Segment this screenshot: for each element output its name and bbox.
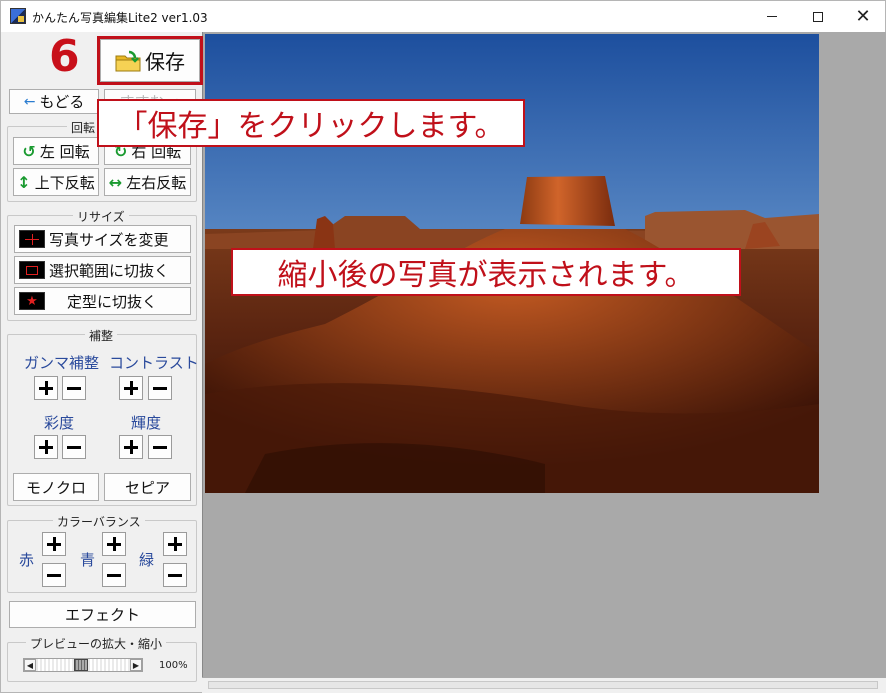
resize-icon — [19, 230, 45, 248]
change-size-label: 写真サイズを変更 — [49, 230, 169, 249]
gamma-label: ガンマ補整 — [24, 354, 100, 372]
horizontal-scrollbar[interactable] — [202, 677, 886, 693]
close-icon: ✕ — [855, 6, 871, 27]
close-button[interactable]: ✕ — [840, 1, 886, 32]
title-bar: かんたん写真編集Lite2 ver1.03 ✕ — [1, 1, 885, 32]
zoom-slider[interactable]: ◀ ▶ — [23, 658, 143, 672]
color-balance-group-label: カラーバランス — [53, 513, 145, 530]
undo-label: もどる — [39, 93, 85, 111]
crop-selection-icon — [19, 261, 45, 279]
crop-fixed-button[interactable]: ★ 定型に切抜く — [14, 287, 191, 315]
effect-label: エフェクト — [64, 606, 140, 624]
saturation-increase-button[interactable] — [34, 435, 58, 459]
saturation-decrease-button[interactable] — [62, 435, 86, 459]
sepia-button[interactable]: セピア — [104, 473, 191, 501]
blue-label: 緑 — [139, 551, 155, 569]
green-decrease-button[interactable] — [102, 563, 126, 587]
contrast-label: コントラスト — [109, 354, 199, 372]
rotate-left-button[interactable]: ↺ 左 回転 — [13, 137, 99, 165]
green-increase-button[interactable] — [102, 532, 126, 556]
rotate-left-icon: ↺ — [22, 141, 36, 161]
save-callout: 「保存」をクリックします。 — [97, 99, 525, 147]
flip-horizontal-label: 左右反転 — [126, 173, 187, 192]
brightness-decrease-button[interactable] — [148, 435, 172, 459]
back-arrow-icon: ← — [23, 93, 36, 110]
saturation-label: 彩度 — [44, 414, 75, 432]
rotate-left-label: 左 回転 — [39, 142, 90, 161]
sepia-label: セピア — [124, 478, 170, 497]
app-window: かんたん写真編集Lite2 ver1.03 ✕ 保存 ← もどる すすむ → 回… — [0, 0, 886, 693]
flip-horizontal-button[interactable]: ↔ 左右反転 — [104, 168, 191, 196]
minimize-button[interactable] — [749, 1, 795, 32]
step-number: 6 — [49, 31, 80, 82]
flip-vertical-label: 上下反転 — [34, 173, 95, 192]
flip-vertical-icon: ↕ — [17, 172, 31, 192]
crop-fixed-label: 定型に切抜く — [67, 292, 158, 311]
green-label: 青 — [80, 551, 96, 569]
correction-group-label: 補整 — [85, 327, 118, 344]
crop-selection-label: 選択範囲に切抜く — [49, 261, 170, 280]
red-increase-button[interactable] — [42, 532, 66, 556]
zoom-value: 100% — [159, 660, 188, 671]
gamma-increase-button[interactable] — [34, 376, 58, 400]
flip-vertical-button[interactable]: ↕ 上下反転 — [13, 168, 99, 196]
undo-button[interactable]: ← もどる — [9, 89, 99, 114]
save-highlight-frame — [97, 36, 203, 85]
red-decrease-button[interactable] — [42, 563, 66, 587]
zoom-right-arrow-icon[interactable]: ▶ — [130, 659, 142, 671]
minimize-icon — [767, 16, 777, 17]
window-title: かんたん写真編集Lite2 ver1.03 — [32, 11, 208, 25]
blue-decrease-button[interactable] — [163, 563, 187, 587]
brightness-increase-button[interactable] — [119, 435, 143, 459]
change-size-button[interactable]: 写真サイズを変更 — [14, 225, 191, 253]
gamma-decrease-button[interactable] — [62, 376, 86, 400]
maximize-icon — [813, 11, 823, 22]
blue-increase-button[interactable] — [163, 532, 187, 556]
monochrome-label: モノクロ — [25, 478, 86, 497]
monochrome-button[interactable]: モノクロ — [13, 473, 99, 501]
red-label: 赤 — [19, 551, 35, 569]
contrast-decrease-button[interactable] — [148, 376, 172, 400]
zoom-slider-thumb[interactable] — [74, 659, 88, 671]
zoom-left-arrow-icon[interactable]: ◀ — [24, 659, 36, 671]
rotate-group-label: 回転 — [67, 119, 100, 136]
maximize-button[interactable] — [795, 1, 841, 32]
contrast-increase-button[interactable] — [119, 376, 143, 400]
preview-zoom-group-label: プレビューの拡大・縮小 — [26, 635, 167, 652]
resize-group-label: リサイズ — [73, 208, 129, 225]
crop-selection-button[interactable]: 選択範囲に切抜く — [14, 256, 191, 284]
effect-button[interactable]: エフェクト — [9, 601, 196, 628]
app-icon — [10, 8, 26, 24]
flip-horizontal-icon: ↔ — [108, 172, 123, 192]
brightness-label: 輝度 — [131, 414, 162, 432]
preview-callout: 縮小後の写真が表示されます。 — [231, 248, 741, 296]
star-icon: ★ — [19, 292, 45, 310]
